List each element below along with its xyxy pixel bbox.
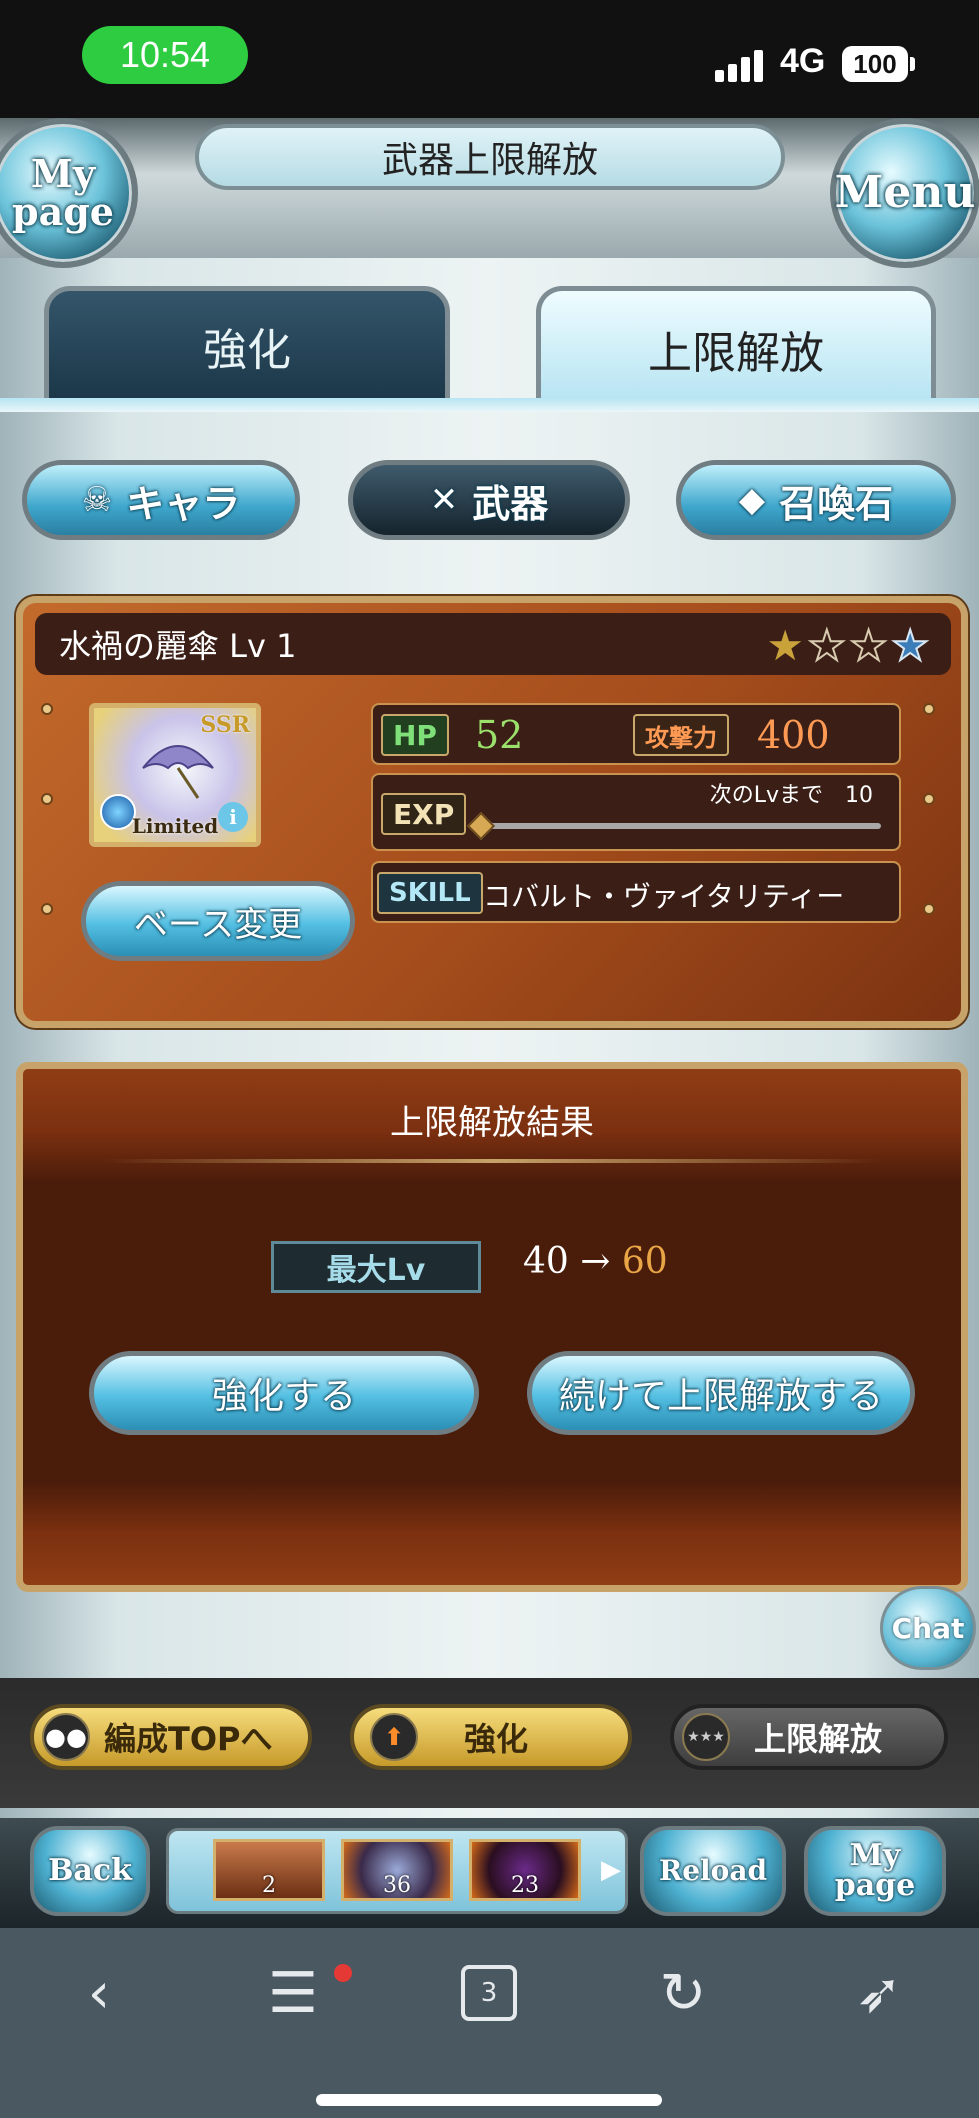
hp-atk-row: HP 52 攻撃力 400 [371, 703, 901, 765]
tab-count: 3 [461, 1965, 517, 2021]
rivet [41, 703, 53, 715]
divider [103, 1159, 881, 1163]
level-from: 40 [523, 1241, 569, 1282]
enhance-button[interactable]: 強化する [89, 1351, 479, 1435]
mypage-button[interactable]: My page [804, 1826, 946, 1916]
level-change: 40 → 60 [523, 1241, 668, 1282]
recent-items-strip: 2 36 23 ▶ [166, 1828, 628, 1914]
party-top-button[interactable]: ●● 編成TOPへ [30, 1704, 312, 1770]
exp-marker-icon [466, 811, 496, 841]
item-slot[interactable]: 36 [341, 1839, 453, 1901]
item-slot[interactable]: 2 [213, 1839, 325, 1901]
weapon-name-bar: 水禍の麗傘 Lv 1 ★★★★ [35, 613, 951, 675]
arrow-up-icon: ⬆ [370, 1713, 418, 1761]
skill-row: SKILL コバルト・ヴァイタリティー [371, 861, 901, 923]
enhance-nav-button[interactable]: ⬆ 強化 [350, 1704, 632, 1770]
home-indicator [316, 2094, 662, 2106]
result-title: 上限解放結果 [390, 1103, 594, 1143]
weapon-thumbnail[interactable]: SSR i Limited [89, 703, 261, 847]
filter-weapon-label: 武器 [472, 481, 549, 526]
reload-icon[interactable]: ↻ [648, 1958, 718, 2028]
back-button[interactable]: Back [30, 1826, 150, 1916]
next-level-text: 次のLvまで 10 [709, 783, 873, 808]
browser-toolbar: ‹ ☰ 3 ↻ ➶ [0, 1928, 979, 2118]
tab-uncap[interactable]: 上限解放 [536, 286, 936, 406]
atk-label: 攻撃力 [633, 714, 729, 756]
tabs-button[interactable]: 3 [454, 1958, 524, 2028]
tab-enhance[interactable]: 強化 [44, 286, 450, 406]
base-change-button[interactable]: ベース変更 [81, 881, 355, 961]
uncap-stars: ★★★★ [766, 620, 933, 671]
filter-summon-label: 召喚石 [779, 481, 894, 526]
rivet [923, 793, 935, 805]
weapon-info-panel: 水禍の麗傘 Lv 1 ★★★★ SSR i Limited ベース変更 HP 5… [16, 596, 968, 1028]
bottom-nav: ●● 編成TOPへ ⬆ 強化 ★★★ 上限解放 [0, 1678, 979, 1808]
signal-icon [715, 48, 765, 82]
reload-button[interactable]: Reload [640, 1826, 786, 1916]
skill-name[interactable]: コバルト・ヴァイタリティー [483, 875, 844, 915]
crystal-icon: ◆ [738, 480, 766, 520]
crossed-swords-icon: ✕ [429, 480, 459, 520]
uncap-nav-button[interactable]: ★★★ 上限解放 [670, 1704, 948, 1770]
hp-value: 52 [475, 713, 524, 757]
menu-orb-button[interactable]: Menu [830, 118, 979, 268]
star-blue-icon: ★ [890, 620, 933, 671]
mypage-orb-button[interactable]: My page [0, 118, 138, 268]
star-empty-icon: ★ [849, 620, 892, 671]
chevron-right-icon[interactable]: ▶ [601, 1855, 621, 1885]
umbrella-icon [142, 745, 214, 799]
party-top-label: 編成TOPへ [104, 1720, 273, 1758]
chat-button[interactable]: Chat [880, 1586, 976, 1670]
uncap-nav-label: 上限解放 [754, 1720, 883, 1758]
exp-row: EXP 次のLvまで 10 [371, 773, 901, 851]
filter-summon-button[interactable]: ◆ 召喚石 [676, 460, 956, 540]
skill-label: SKILL [377, 872, 483, 914]
max-level-label: 最大Lv [271, 1241, 481, 1293]
party-icon: ●● [42, 1713, 90, 1761]
weapon-name: 水禍の麗傘 Lv 1 [59, 627, 297, 665]
exp-label: EXP [381, 793, 467, 835]
uncap-result-panel: 上限解放結果 最大Lv 40 → 60 強化する 続けて上限解放する [16, 1062, 968, 1592]
rivet [923, 903, 935, 915]
rivet [41, 903, 53, 915]
clock: 10:54 [82, 26, 248, 84]
star-empty-icon: ★ [807, 620, 850, 671]
network-type: 4G [780, 42, 826, 80]
filter-chara-button[interactable]: ☠ キャラ [22, 460, 300, 540]
chara-icon: ☠ [81, 480, 113, 520]
enhance-nav-label: 強化 [464, 1720, 529, 1758]
star-filled-icon: ★ [766, 621, 809, 670]
rivet [923, 703, 935, 715]
stars-icon: ★★★ [682, 1713, 730, 1761]
exp-bar [481, 823, 881, 829]
hp-label: HP [381, 714, 449, 756]
level-to: 60 [621, 1241, 668, 1282]
battery-icon: 100 [842, 46, 908, 82]
page-title: 武器上限解放 [195, 124, 785, 190]
status-bar: 10:54 4G 100 [0, 0, 979, 118]
limited-label: Limited [131, 814, 219, 838]
rocket-icon[interactable]: ➶ [844, 1958, 914, 2028]
back-arrow-icon[interactable]: ‹ [64, 1958, 134, 2028]
header-bar: My page 武器上限解放 Menu [0, 118, 979, 268]
continue-uncap-button[interactable]: 続けて上限解放する [527, 1351, 915, 1435]
filter-weapon-button[interactable]: ✕ 武器 [348, 460, 630, 540]
game-view: My page 武器上限解放 Menu 強化 上限解放 ☠ キャラ ✕ 武器 ◆… [0, 118, 979, 1928]
notification-dot [334, 1964, 352, 1982]
arrow-icon: → [580, 1241, 611, 1282]
item-slot[interactable]: 23 [469, 1839, 581, 1901]
tab-underline [0, 398, 979, 412]
screen: 10:54 4G 100 My page 武器上限解放 Menu 強化 上限解放… [0, 0, 979, 2118]
atk-value: 400 [757, 713, 830, 757]
battery-tip [910, 57, 915, 71]
filter-chara-label: キャラ [126, 481, 241, 526]
rivet [41, 793, 53, 805]
game-footer-bar: Back 2 36 23 ▶ Reload My page [0, 1818, 979, 1928]
menu-icon[interactable]: ☰ [258, 1958, 328, 2028]
rarity-badge: SSR [200, 712, 250, 738]
